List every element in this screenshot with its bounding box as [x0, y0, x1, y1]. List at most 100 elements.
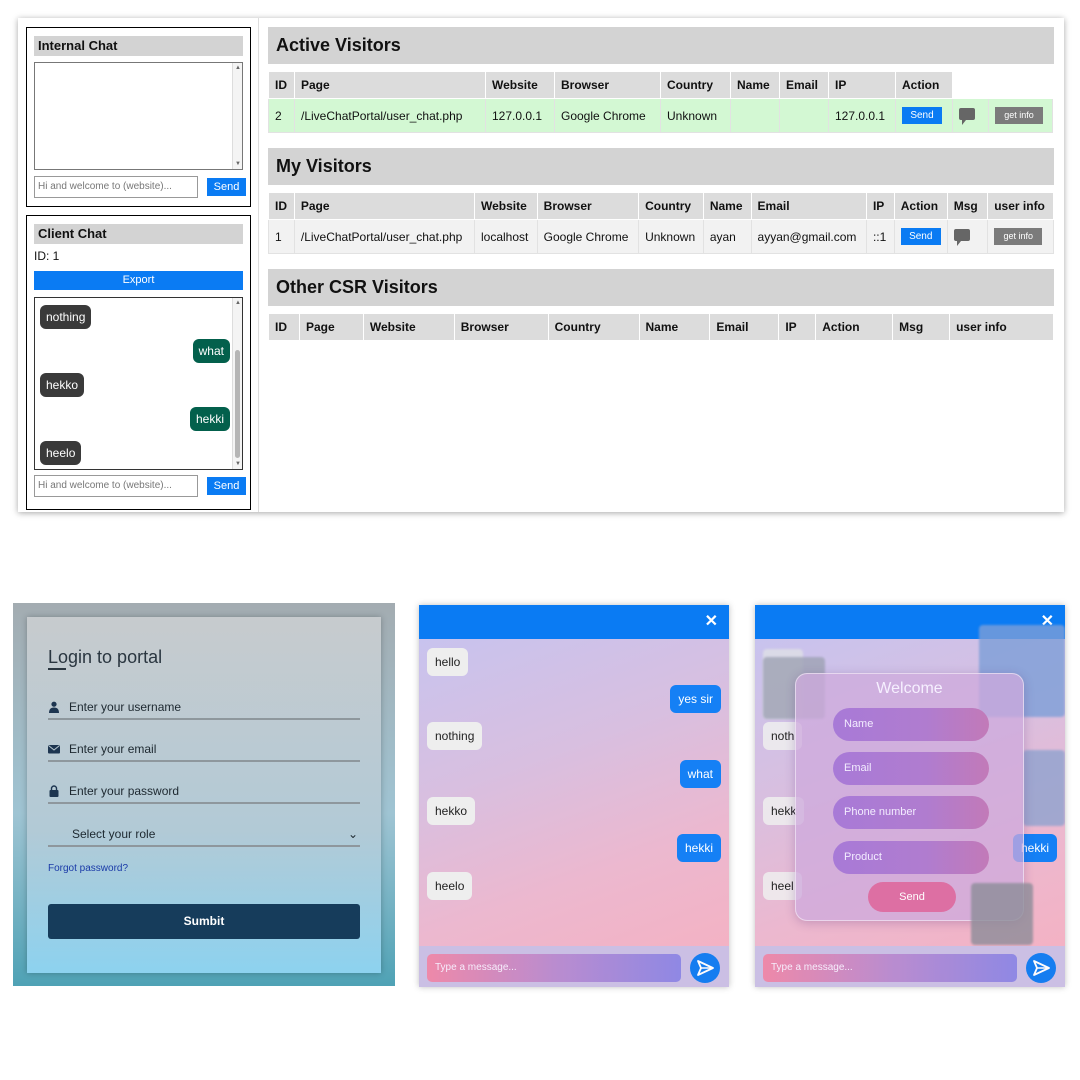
message-input[interactable]: Type a message... — [763, 954, 1017, 982]
cell-page: /LiveChatPortal/user_chat.php — [294, 98, 486, 133]
welcome-chat-widget: ✕ noth hekk hekki heel Welcome Name Emai… — [755, 605, 1065, 987]
message-bubble: what — [192, 339, 230, 363]
send-button[interactable] — [690, 953, 720, 983]
column-header: IP — [778, 313, 817, 341]
other-csr-title: Other CSR Visitors — [268, 269, 1054, 306]
password-placeholder: Enter your password — [69, 784, 180, 798]
message-bubble: nothing — [40, 305, 92, 329]
send-button[interactable]: Send — [902, 107, 942, 124]
internal-chat-textarea[interactable]: ▲ ▼ — [34, 62, 243, 170]
envelope-icon — [48, 745, 60, 754]
table-row: 1 /LiveChatPortal/user_chat.php localhos… — [268, 219, 1054, 254]
username-placeholder: Enter your username — [69, 700, 182, 714]
column-header: Name — [702, 192, 752, 220]
paper-plane-icon — [1033, 960, 1050, 976]
send-button[interactable] — [1026, 953, 1056, 983]
column-header: IP — [828, 71, 896, 99]
title-underline — [48, 668, 66, 670]
login-screen: Login to portal Enter your username Ente… — [13, 603, 395, 986]
message-bubble: hekki — [189, 407, 230, 431]
client-chat-title: Client Chat — [34, 224, 243, 244]
message-input[interactable]: Type a message... — [427, 954, 681, 982]
cell-website: 127.0.0.1 — [485, 98, 555, 133]
column-header: IP — [865, 192, 895, 220]
close-icon[interactable]: ✕ — [705, 611, 718, 631]
email-field[interactable]: Email — [833, 752, 989, 785]
password-field[interactable]: Enter your password — [48, 780, 360, 804]
cell-browser: Google Chrome — [536, 219, 640, 254]
table-header-row: ID Page Website Browser Country Name Ema… — [268, 71, 1053, 99]
dashboard-window: Internal Chat ▲ ▼ Hi and welcome to (webs… — [18, 18, 1064, 512]
chevron-down-icon: ⌄ — [347, 827, 358, 841]
cell-id: 2 — [268, 98, 295, 133]
client-chat-panel: Client Chat ID: 1 Export nothing what he… — [26, 215, 251, 510]
get-info-button[interactable]: get info — [994, 228, 1043, 245]
column-header-empty — [988, 71, 1053, 99]
get-info-button[interactable]: get info — [995, 107, 1043, 124]
lock-icon — [49, 785, 59, 797]
active-visitors-title: Active Visitors — [268, 27, 1054, 64]
product-field[interactable]: Product — [833, 841, 989, 874]
name-field[interactable]: Name — [833, 708, 989, 741]
message-icon[interactable] — [959, 108, 975, 125]
incoming-message: heelo — [427, 872, 473, 900]
cell-browser: Google Chrome — [554, 98, 661, 133]
column-header: Name — [638, 313, 711, 341]
username-field[interactable]: Enter your username — [48, 696, 360, 720]
table-header-row: ID Page Website Browser Country Name Ema… — [268, 313, 1054, 341]
message-list-scrollbar[interactable]: ▲ ▼ — [232, 298, 242, 469]
internal-chat-panel: Internal Chat ▲ ▼ Hi and welcome to (webs… — [26, 27, 251, 207]
client-chat-input[interactable]: Hi and welcome to (website)... — [34, 475, 198, 497]
column-header: ID — [268, 313, 300, 341]
scrollbar-thumb[interactable] — [235, 350, 240, 458]
cell-country: Unknown — [638, 219, 704, 254]
submit-button[interactable]: Sumbit — [48, 904, 360, 939]
forgot-password-link[interactable]: Forgot password? — [48, 863, 128, 874]
incoming-message: nothing — [427, 722, 483, 750]
cell-name: ayan — [702, 219, 752, 254]
modal-title: Welcome — [876, 680, 943, 697]
role-select-label: Select your role — [72, 827, 156, 841]
table-header-row: ID Page Website Browser Country Name Ema… — [268, 192, 1054, 220]
cell-email — [779, 98, 829, 133]
column-header: Action — [815, 313, 894, 341]
message-icon[interactable] — [953, 229, 970, 246]
role-select[interactable]: Select your role ⌄ — [48, 823, 360, 847]
internal-chat-input[interactable]: Hi and welcome to (website)... — [34, 176, 198, 198]
column-header: Email — [779, 71, 829, 99]
column-header: Browser — [453, 313, 549, 341]
cell-msg — [946, 219, 989, 254]
cell-id: 1 — [268, 219, 295, 254]
login-title: Login to portal — [48, 647, 163, 667]
modal-send-button[interactable]: Send — [868, 882, 956, 912]
export-button[interactable]: Export — [34, 271, 243, 290]
user-icon — [49, 701, 59, 713]
internal-chat-send-button[interactable]: Send — [207, 178, 246, 196]
cell-user-info: get info — [987, 219, 1054, 254]
chat-header: ✕ — [419, 605, 729, 639]
visitors-area: Active Visitors ID Page Website Browser … — [258, 18, 1064, 512]
outgoing-message: what — [679, 760, 721, 788]
column-header: Website — [474, 192, 538, 220]
cell-country: Unknown — [660, 98, 731, 133]
textarea-scrollbar[interactable]: ▲ ▼ — [232, 63, 242, 169]
phone-field[interactable]: Phone number — [833, 796, 989, 829]
column-header: Browser — [554, 71, 661, 99]
table-row: 2 /LiveChatPortal/user_chat.php 127.0.0.… — [268, 98, 1053, 133]
cell-user-info: get info — [988, 98, 1053, 133]
column-header: Email — [709, 313, 780, 341]
cell-ip: 127.0.0.1 — [828, 98, 896, 133]
cell-action: Send — [893, 219, 948, 254]
column-header: Website — [362, 313, 455, 341]
other-csr-table: ID Page Website Browser Country Name Ema… — [268, 313, 1054, 341]
blurred-image — [1023, 750, 1065, 826]
incoming-message: hekko — [427, 797, 476, 825]
email-field[interactable]: Enter your email — [48, 738, 360, 762]
column-header: Country — [638, 192, 704, 220]
cell-name — [730, 98, 780, 133]
column-header: Browser — [536, 192, 640, 220]
column-header: Name — [730, 71, 780, 99]
client-chat-send-button[interactable]: Send — [207, 477, 246, 495]
send-button[interactable]: Send — [900, 228, 941, 245]
column-header: Action — [893, 192, 948, 220]
